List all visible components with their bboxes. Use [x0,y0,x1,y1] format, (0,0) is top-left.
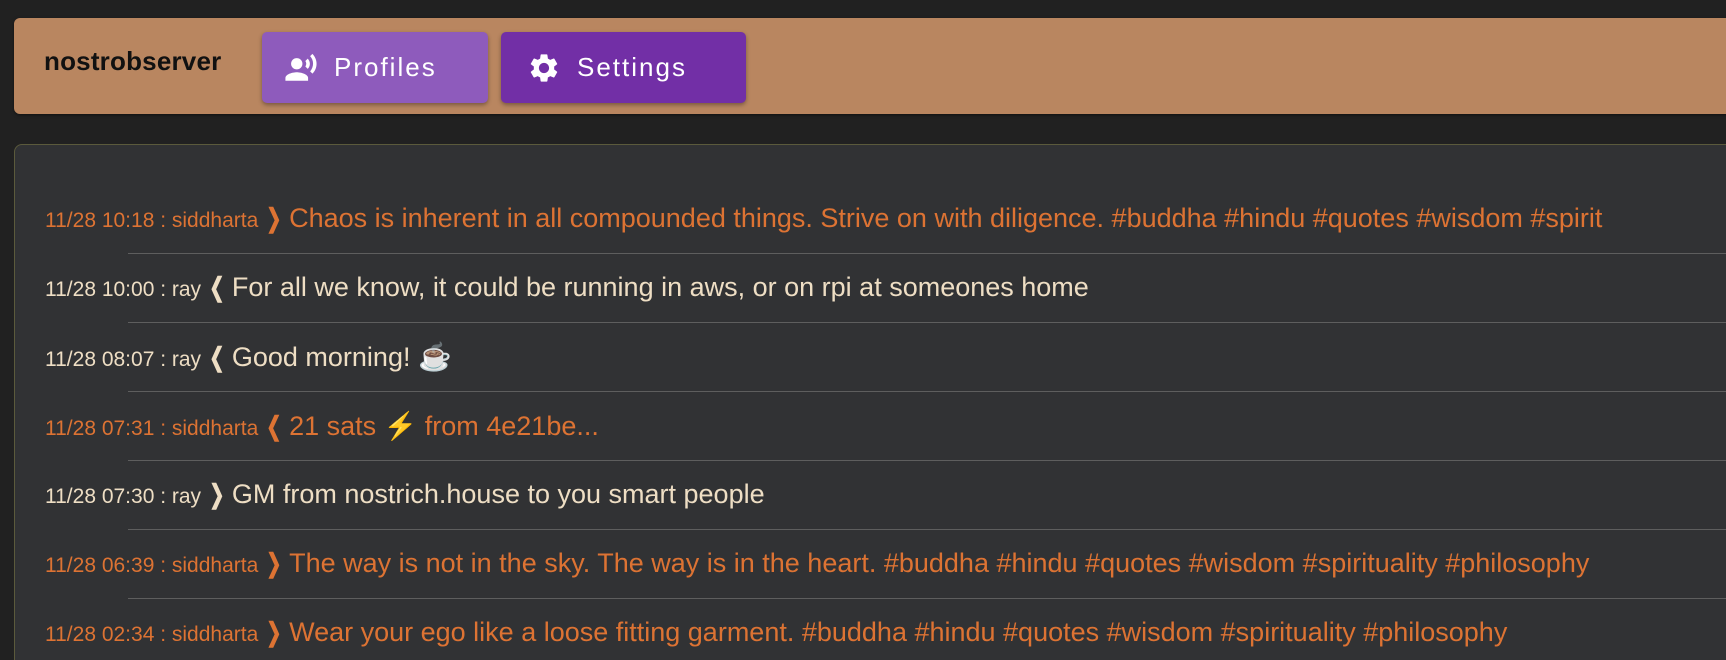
settings-label: Settings [577,52,687,82]
chevron-left-icon: ❮ [209,342,225,372]
gear-icon [527,51,561,85]
note-content: For all we know, it could be running in … [231,272,1089,302]
notes-feed: 11/28 10:18 : siddharta ❯ Chaos is inher… [14,144,1726,660]
note-row[interactable]: 11/28 08:07 : ray ❮ Good morning! ☕ [15,323,1726,392]
note-meta: 11/28 02:34 : siddharta [45,623,259,646]
settings-button[interactable]: Settings [501,32,746,103]
chevron-right-icon: ❯ [209,479,225,509]
chevron-right-icon: ❯ [266,203,282,233]
note-row[interactable]: 11/28 02:34 : siddharta ❯ Wear your ego … [15,599,1726,660]
top-app-bar: nostrobserver Profiles Settings [14,18,1726,114]
record-voice-icon [284,51,318,85]
note-content: Chaos is inherent in all compounded thin… [289,203,1603,233]
note-row[interactable]: 11/28 10:00 : ray ❮ For all we know, it … [15,254,1726,323]
note-row[interactable]: 11/28 07:30 : ray ❯ GM from nostrich.hou… [15,461,1726,530]
chevron-right-icon: ❯ [266,548,282,578]
note-content: Wear your ego like a loose fitting garme… [289,617,1508,647]
note-content: The way is not in the sky. The way is in… [289,548,1590,578]
note-meta: 11/28 06:39 : siddharta [45,554,259,577]
profiles-button[interactable]: Profiles [262,32,488,103]
chevron-left-icon: ❮ [209,272,225,302]
app-window: nostrobserver Profiles Settings 11/28 10… [0,0,1726,660]
note-meta: 11/28 07:30 : ray [45,485,202,508]
note-row[interactable]: 11/28 10:18 : siddharta ❯ Chaos is inher… [15,185,1726,254]
chevron-right-icon: ❯ [266,617,282,647]
note-row[interactable]: 11/28 06:39 : siddharta ❯ The way is not… [15,530,1726,599]
note-row[interactable]: 11/28 07:31 : siddharta ❮ 21 sats ⚡ from… [15,392,1726,461]
chevron-left-icon: ❮ [266,411,282,441]
note-content: GM from nostrich.house to you smart peop… [231,479,765,509]
app-title: nostrobserver [44,46,222,76]
note-content: Good morning! ☕ [231,342,452,372]
note-meta: 11/28 10:18 : siddharta [45,209,259,232]
note-meta: 11/28 10:00 : ray [45,278,202,301]
note-content: 21 sats ⚡ from 4e21be... [289,411,599,441]
note-meta: 11/28 07:31 : siddharta [45,417,259,440]
profiles-label: Profiles [334,52,437,82]
note-meta: 11/28 08:07 : ray [45,348,202,371]
